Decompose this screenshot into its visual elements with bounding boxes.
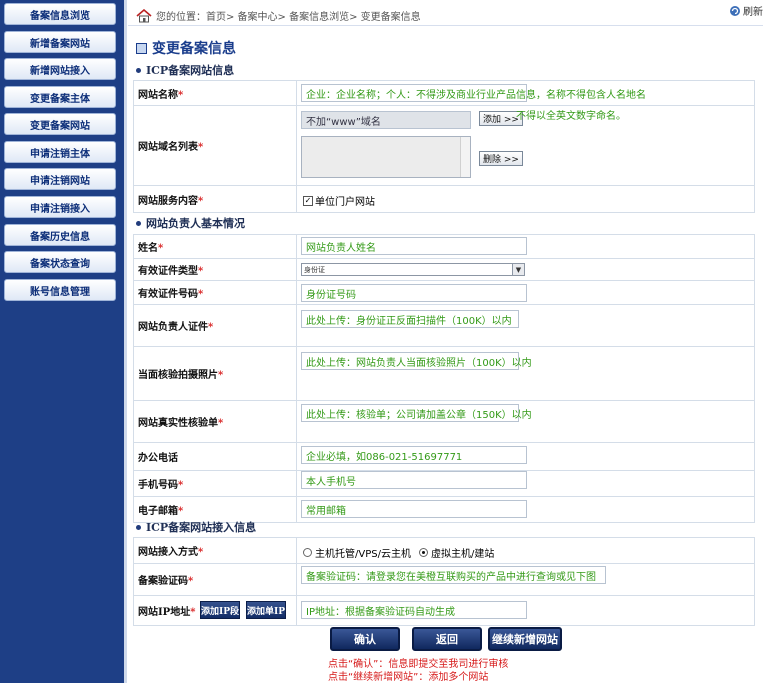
page-title: 变更备案信息: [136, 38, 236, 58]
owner-info-table: 姓名* 网站负责人姓名 有效证件类型* 身份证 ▼ 有效证件号码* 身份证号码 网…: [133, 234, 755, 523]
confirm-button[interactable]: 确认: [330, 627, 400, 651]
verify-code-label: 备案验证码*: [133, 563, 297, 596]
sidebar-item-cancel-site[interactable]: 申请注销网站: [4, 168, 116, 190]
sidebar-item-add-access[interactable]: 新增网站接入: [4, 58, 116, 80]
sidebar: 备案信息浏览 新增备案网站 新增网站接入 变更备案主体 变更备案网站 申请注销主…: [0, 0, 124, 683]
sidebar-item-add-site[interactable]: 新增备案网站: [4, 31, 116, 53]
verify-form-label: 网站真实性核验单*: [133, 400, 297, 443]
continue-add-site-button[interactable]: 继续新增网站: [488, 627, 562, 651]
id-number-input[interactable]: 身份证号码: [301, 284, 527, 302]
domain-input[interactable]: 不加“www”域名: [301, 111, 471, 129]
access-mode-radio-group: 主机托管/VPS/云主机 虚拟主机/建站: [303, 545, 494, 560]
section-owner-heading: 网站负责人基本情况: [136, 215, 245, 231]
title-square-icon: [136, 42, 147, 54]
domain-hint: 不得以全英文数字命名。: [516, 111, 626, 122]
sidebar-item-change-subject[interactable]: 变更备案主体: [4, 86, 116, 108]
access-mode-radio-2[interactable]: [418, 548, 428, 557]
sidebar-item-account[interactable]: 账号信息管理: [4, 279, 116, 301]
home-icon: [136, 8, 152, 22]
back-button[interactable]: 返回: [412, 627, 482, 651]
photo-upload[interactable]: 此处上传：网站负责人当面核验照片（100K）以内: [301, 352, 532, 370]
mobile-input[interactable]: 本人手机号: [301, 471, 527, 489]
chevron-down-icon: ▼: [512, 264, 524, 275]
mobile-label: 手机号码*: [133, 470, 297, 497]
sidebar-item-record-browse[interactable]: 备案信息浏览: [4, 3, 116, 25]
ip-label: 网站IP地址* 添加IP段 添加单IP: [133, 595, 297, 626]
bullet-icon: [136, 67, 141, 73]
office-phone-label: 办公电话: [133, 442, 297, 471]
ip-input[interactable]: IP地址：根据备案验证码自动生成: [301, 601, 527, 619]
page-title-text: 变更备案信息: [152, 41, 236, 57]
breadcrumb: 您的位置：首页> 备案中心> 备案信息浏览> 变更备案信息: [128, 6, 763, 26]
service-checkbox-group: ✓ 单位门户网站: [303, 193, 375, 208]
section-title: ICP备案网站信息: [146, 64, 235, 77]
breadcrumb-text: 您的位置：首页> 备案中心> 备案信息浏览> 变更备案信息: [156, 12, 421, 23]
id-cert-upload[interactable]: 此处上传：身份证正反面扫描件（100K）以内: [301, 310, 519, 328]
bullet-icon: [136, 220, 141, 226]
section-title: ICP备案网站接入信息: [146, 521, 257, 534]
access-mode-label: 网站接入方式*: [133, 537, 297, 564]
email-input[interactable]: 常用邮箱: [301, 500, 527, 518]
bullet-icon: [136, 524, 141, 530]
id-number-label: 有效证件号码*: [133, 280, 297, 305]
verify-code-input[interactable]: 备案验证码：请登录您在美橙互联购买的产品中进行查询或见下图: [301, 566, 606, 584]
site-name-input[interactable]: 企业：企业名称；个人：不得涉及商业行业产品信息，名称不得包含人名地名: [301, 84, 646, 102]
refresh-icon: [730, 5, 740, 16]
refresh-label: 刷新: [743, 7, 763, 18]
service-checkbox-label: 单位门户网站: [315, 197, 375, 208]
sidebar-item-cancel-access[interactable]: 申请注销接入: [4, 196, 116, 218]
access-info-table: 网站接入方式* 主机托管/VPS/云主机 虚拟主机/建站 备案验证码* 备案验证…: [133, 537, 755, 626]
id-type-select[interactable]: 身份证 ▼: [301, 263, 525, 276]
sidebar-item-cancel-subject[interactable]: 申请注销主体: [4, 141, 116, 163]
section-site-info-heading: ICP备案网站信息: [136, 62, 234, 78]
name-label: 姓名*: [133, 234, 297, 259]
id-cert-label: 网站负责人证件*: [133, 304, 297, 347]
access-mode-option-1: 主机托管/VPS/云主机: [315, 549, 411, 560]
sidebar-item-change-site[interactable]: 变更备案网站: [4, 113, 116, 135]
office-phone-input[interactable]: 企业必填，如086-021-51697771: [301, 446, 527, 464]
divider: [124, 0, 127, 683]
sidebar-item-history[interactable]: 备案历史信息: [4, 224, 116, 246]
name-input[interactable]: 网站负责人姓名: [301, 237, 527, 255]
site-name-label: 网站名称*: [133, 80, 297, 106]
sidebar-item-status-query[interactable]: 备案状态查询: [4, 251, 116, 273]
delete-domain-button[interactable]: 删除 >>: [479, 151, 523, 166]
access-mode-option-2: 虚拟主机/建站: [430, 549, 495, 560]
domain-list-label: 网站域名列表*: [133, 105, 297, 186]
photo-label: 当面核验拍摄照片*: [133, 346, 297, 401]
id-type-label: 有效证件类型*: [133, 258, 297, 281]
service-content-label: 网站服务内容*: [133, 185, 297, 213]
refresh-button[interactable]: 刷新: [729, 3, 763, 18]
add-single-ip-button[interactable]: 添加单IP: [246, 601, 286, 619]
verify-form-upload[interactable]: 此处上传：核验单；公司请加盖公章（150K）以内: [301, 404, 532, 422]
domain-list-box[interactable]: [301, 136, 471, 178]
note-continue: 点击“继续新增网站”：添加多个网站: [328, 672, 489, 683]
site-info-table: 网站名称* 企业：企业名称；个人：不得涉及商业行业产品信息，名称不得包含人名地名…: [133, 80, 755, 213]
scrollbar[interactable]: [460, 137, 470, 177]
add-ip-range-button[interactable]: 添加IP段: [200, 601, 240, 619]
section-access-heading: ICP备案网站接入信息: [136, 519, 256, 535]
section-title: 网站负责人基本情况: [146, 217, 245, 230]
service-checkbox[interactable]: ✓: [303, 195, 313, 206]
access-mode-radio-1[interactable]: [303, 548, 312, 557]
